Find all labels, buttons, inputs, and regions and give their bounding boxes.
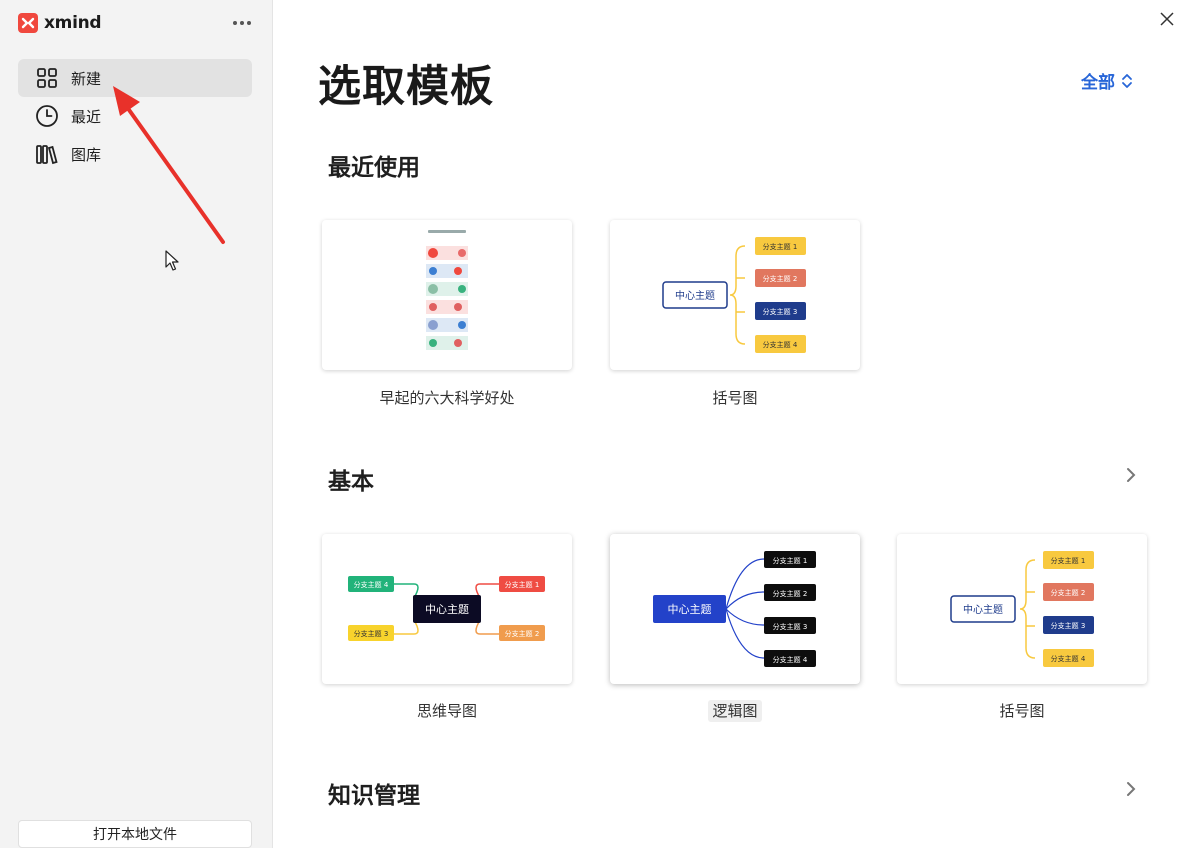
- infographic-thumbnail: [426, 230, 468, 350]
- template-card[interactable]: [322, 220, 572, 370]
- svg-text:中心主题: 中心主题: [675, 289, 715, 302]
- svg-text:分支主题 2: 分支主题 2: [505, 629, 540, 638]
- svg-text:分支主题 2: 分支主题 2: [763, 274, 798, 283]
- template-card-label: 括号图: [712, 389, 758, 407]
- close-button[interactable]: [1156, 8, 1178, 30]
- template-card[interactable]: 中心主题 分支主题 1 分支主题 2 分支主题 3 分支主题 4: [897, 534, 1147, 684]
- svg-text:分支主题 1: 分支主题 1: [773, 556, 808, 565]
- filter-label: 全部: [1081, 73, 1115, 93]
- sidebar-item-label: 图库: [71, 145, 102, 164]
- svg-text:分支主题 3: 分支主题 3: [773, 622, 808, 631]
- mind-map-thumbnail: 中心主题 分支主题 4 分支主题 3 分支主题 1 分支主题 2: [348, 576, 545, 641]
- brace-map-thumbnail: 中心主题 分支主题 1 分支主题 2 分支主题 3 分支主题 4: [662, 237, 806, 353]
- svg-text:中心主题: 中心主题: [425, 603, 469, 616]
- svg-text:分支主题 4: 分支主题 4: [1051, 654, 1086, 663]
- grid-icon: [35, 66, 59, 90]
- svg-text:分支主题 4: 分支主题 4: [354, 580, 389, 589]
- svg-text:分支主题 1: 分支主题 1: [763, 242, 798, 251]
- more-icon: [233, 21, 237, 25]
- brand: xmind: [18, 12, 102, 34]
- svg-text:分支主题 3: 分支主题 3: [763, 307, 798, 316]
- template-card-label: 早起的六大科学好处: [379, 389, 515, 407]
- template-card[interactable]: 中心主题 分支主题 4 分支主题 3 分支主题 1 分支主题 2: [322, 534, 572, 684]
- svg-text:分支主题 3: 分支主题 3: [354, 629, 389, 638]
- template-card[interactable]: 中心主题 分支主题 1 分支主题 2 分支主题 3 分支主题 4: [610, 220, 860, 370]
- section-title-basic: 基本: [328, 469, 374, 495]
- section-title-recent: 最近使用: [328, 155, 420, 181]
- svg-text:分支主题 4: 分支主题 4: [763, 340, 798, 349]
- svg-text:分支主题 2: 分支主题 2: [1051, 588, 1086, 597]
- page-title: 选取模板: [318, 62, 494, 112]
- svg-text:分支主题 1: 分支主题 1: [1051, 556, 1086, 565]
- section-title-knowledge: 知识管理: [328, 783, 420, 809]
- chevron-right-icon[interactable]: [1122, 466, 1140, 484]
- clock-icon: [35, 104, 59, 128]
- svg-text:中心主题: 中心主题: [963, 603, 1003, 616]
- chevron-right-icon[interactable]: [1122, 780, 1140, 798]
- svg-text:分支主题 1: 分支主题 1: [505, 580, 540, 589]
- logic-chart-thumbnail: 中心主题 分支主题 1 分支主题 2 分支主题 3 分支主题 4: [653, 551, 816, 667]
- template-filter-select[interactable]: 全部: [1081, 68, 1133, 93]
- svg-text:分支主题 2: 分支主题 2: [773, 589, 808, 598]
- mouse-cursor-icon: [165, 250, 179, 271]
- xmind-logo-icon: [18, 13, 38, 33]
- template-card[interactable]: 中心主题 分支主题 1 分支主题 2 分支主题 3 分支主题 4: [610, 534, 860, 684]
- sidebar-item-label: 新建: [71, 69, 102, 88]
- library-icon: [35, 142, 59, 166]
- sidebar-item-label: 最近: [71, 107, 102, 126]
- template-card-label: 括号图: [999, 702, 1045, 720]
- brace-map-thumbnail: 中心主题 分支主题 1 分支主题 2 分支主题 3 分支主题 4: [950, 551, 1094, 667]
- svg-text:分支主题 3: 分支主题 3: [1051, 621, 1086, 630]
- annotation-arrow-icon: [113, 86, 225, 244]
- svg-text:分支主题 4: 分支主题 4: [773, 655, 808, 664]
- svg-text:中心主题: 中心主题: [668, 603, 712, 616]
- template-card-label: 思维导图: [416, 702, 477, 720]
- more-options-button[interactable]: [231, 14, 253, 32]
- close-icon: [1160, 12, 1174, 26]
- chevron-up-down-icon: [1122, 73, 1132, 88]
- brand-name: xmind: [44, 13, 102, 33]
- template-card-label: 逻辑图: [610, 700, 860, 722]
- open-local-file-button[interactable]: 打开本地文件: [18, 820, 252, 848]
